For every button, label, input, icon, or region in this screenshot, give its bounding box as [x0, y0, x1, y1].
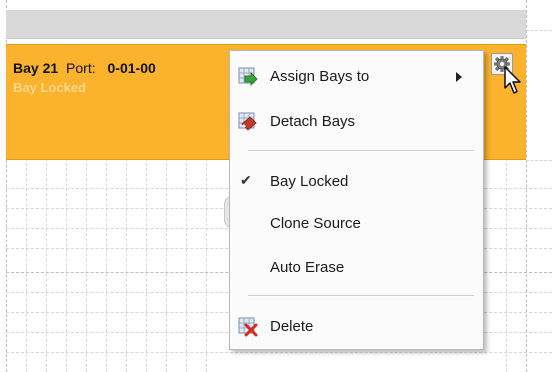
grid-line [526, 160, 552, 161]
assign-bays-icon [238, 67, 258, 86]
grid-line [106, 158, 107, 372]
menu-item-clone-source[interactable]: Clone Source [230, 209, 483, 239]
menu-separator [248, 295, 474, 297]
menu-item-assign-bays[interactable]: Assign Bays to [230, 62, 483, 92]
bay-title: Bay 21 Port: 0-01-00 [13, 60, 156, 76]
menu-item-label: Delete [270, 318, 314, 335]
grid-line [66, 158, 67, 372]
header-strip [6, 10, 526, 39]
menu-item-label: Assign Bays to [270, 68, 370, 85]
grid-line [26, 158, 27, 372]
context-menu: Assign Bays to Detach Bays ✔ Bay Locked … [229, 50, 484, 350]
grid-line [506, 158, 507, 372]
grid-line [166, 158, 167, 372]
grid-line [526, 0, 527, 372]
grid-line [126, 158, 127, 372]
port-value: 0-01-00 [107, 60, 156, 76]
port-label: Port: [66, 60, 96, 76]
menu-item-delete[interactable]: Delete [230, 312, 483, 342]
menu-item-label: Clone Source [270, 215, 361, 232]
menu-item-label: Auto Erase [270, 259, 345, 276]
menu-item-detach-bays[interactable]: Detach Bays [230, 107, 483, 137]
grid-line [526, 30, 552, 31]
menu-item-bay-locked[interactable]: ✔ Bay Locked [230, 167, 483, 197]
menu-item-auto-erase[interactable]: Auto Erase [230, 253, 483, 283]
grid-line [46, 158, 47, 372]
grid-line [146, 158, 147, 372]
grid-line [86, 158, 87, 372]
bay-status: Bay Locked [13, 80, 86, 95]
grid-line [206, 158, 207, 372]
grid-line [6, 352, 552, 353]
delete-icon [238, 317, 258, 337]
detach-bays-icon [238, 112, 257, 131]
menu-item-label: Bay Locked [270, 173, 349, 190]
menu-item-label: Detach Bays [270, 113, 356, 130]
bay-name: Bay 21 [13, 60, 59, 76]
checkmark-icon: ✔ [240, 172, 252, 188]
mouse-pointer-icon [504, 66, 521, 94]
chevron-right-icon [456, 72, 462, 82]
menu-separator [248, 150, 474, 152]
grid-line [186, 158, 187, 372]
